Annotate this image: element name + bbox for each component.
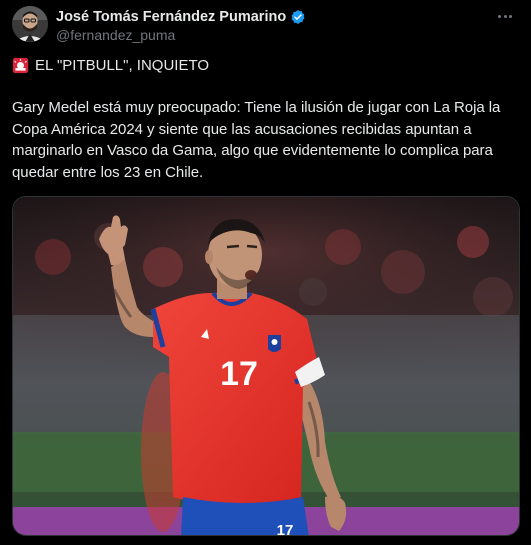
tweet-headline-text: EL "PITBULL", INQUIETO [35, 57, 210, 74]
author-display-name[interactable]: José Tomás Fernández Pumarino [56, 9, 286, 25]
more-options-icon[interactable] [493, 6, 517, 26]
tweet-headline: EL "PITBULL", INQUIETO [12, 57, 209, 74]
author-handle[interactable]: @fernandez_puma [56, 27, 175, 43]
siren-emoji-icon [12, 57, 29, 74]
tweet-media[interactable]: 17 17 [12, 196, 520, 536]
verified-badge-icon [290, 9, 306, 25]
author-avatar[interactable] [12, 6, 48, 42]
author-name-line: José Tomás Fernández Pumarino [56, 8, 306, 26]
shorts-number: 17 [277, 522, 294, 536]
jersey-number: 17 [220, 355, 258, 393]
football-player-photo: 17 17 [13, 197, 519, 536]
tweet-body: Gary Medel está muy preocupado: Tiene la… [12, 99, 501, 181]
avatar-photo [12, 6, 48, 42]
tweet: José Tomás Fernández Pumarino @fernandez… [0, 0, 531, 545]
